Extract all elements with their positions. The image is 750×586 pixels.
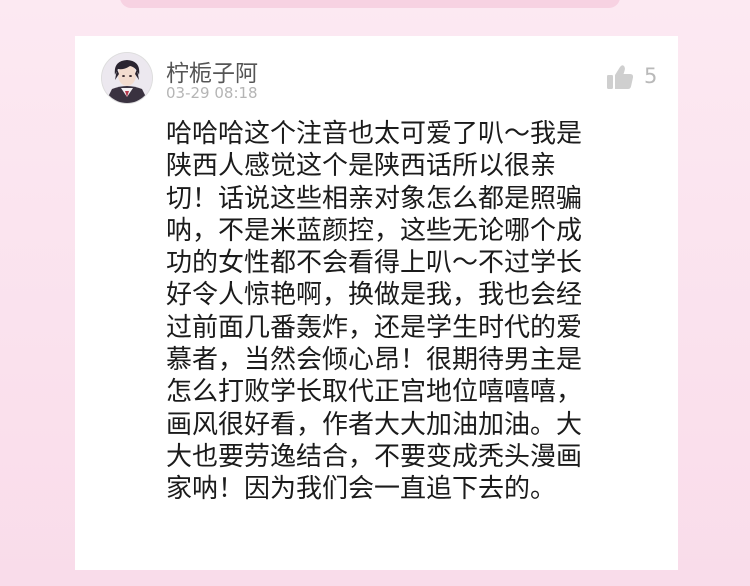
decorative-top-strip	[120, 0, 620, 8]
like-count: 5	[644, 64, 658, 88]
comment-text: 哈哈哈这个注音也太可爱了叭～我是 陕西人感觉这个是陕西话所以很亲 切！话说这些相…	[166, 119, 583, 505]
avatar[interactable]	[102, 53, 152, 103]
comment-username[interactable]: 柠栀子阿	[166, 54, 258, 88]
comment-card: 柠栀子阿 03-29 08:18 5 哈哈哈这个注音也太可爱了叭～我是 陕西人感…	[75, 36, 678, 570]
page-background: 柠栀子阿 03-29 08:18 5 哈哈哈这个注音也太可爱了叭～我是 陕西人感…	[0, 0, 750, 586]
like-button[interactable]: 5	[606, 62, 662, 94]
comment-timestamp: 03-29 08:18	[166, 84, 258, 102]
avatar-image	[102, 53, 152, 103]
thumbs-up-icon[interactable]	[606, 64, 634, 90]
